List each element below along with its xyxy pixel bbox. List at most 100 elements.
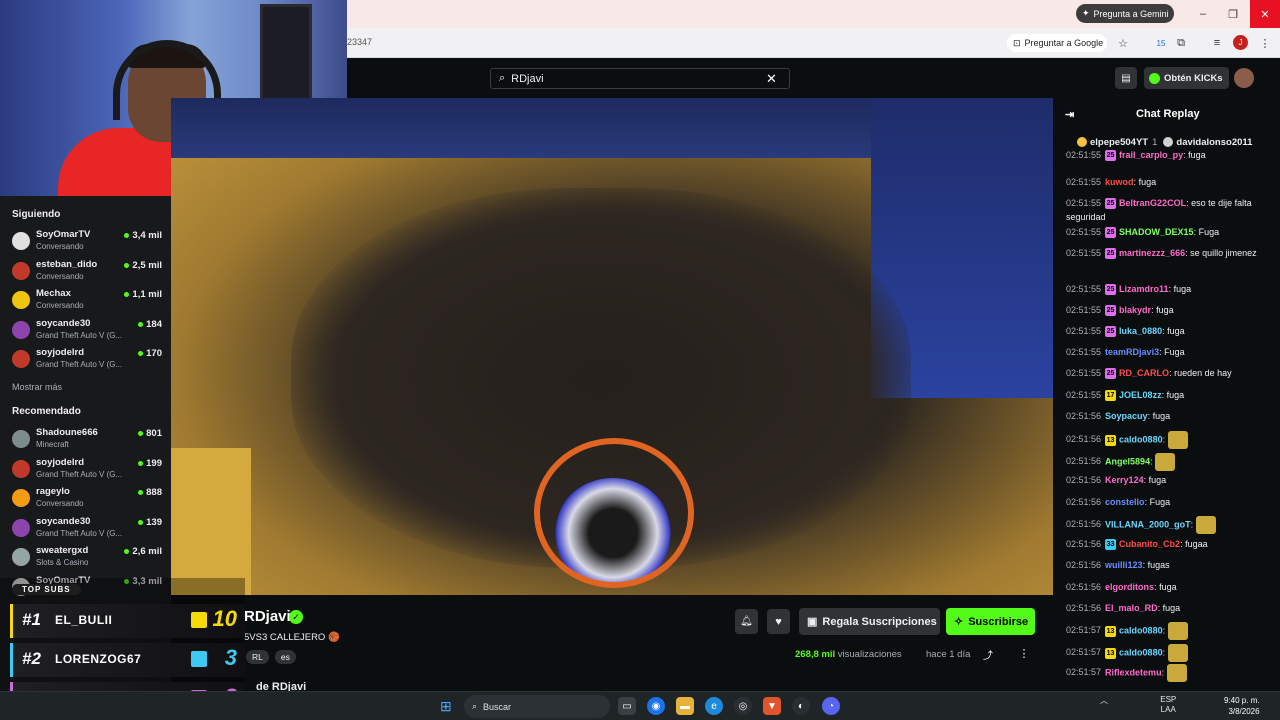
message-time: 02:51:56 [1066,539,1102,549]
message-username[interactable]: constello [1105,497,1145,507]
subscriber-badge-icon: 25 [1105,284,1117,296]
more-options-icon[interactable]: ⋮ [1017,647,1031,661]
share-icon[interactable]: ⤴ [983,647,997,662]
top-gifter[interactable]: davidalonso2011 [1163,137,1256,148]
channel-name[interactable]: RDjavi [244,608,291,625]
sidebar-channel[interactable]: Mechax Conversando 1,1 mil [12,288,162,317]
message-time: 02:51:55 [1066,284,1102,294]
clock[interactable]: 9:40 p. m. 3/8/2026 [1224,695,1260,717]
app-icon[interactable]: ◐ [792,697,810,715]
extensions-badge-icon[interactable]: 15 [1153,35,1169,51]
channel-category: Grand Theft Auto V (G... [36,469,123,479]
ask-google-button[interactable]: ⊡ Preguntar a Google [1007,34,1107,52]
message-time: 02:51:56 [1066,411,1102,421]
viewer-count-text: 888 [146,487,162,498]
channel-category: Grand Theft Auto V (G... [36,528,123,538]
sidebar-channel[interactable]: soyjodelrd Grand Theft Auto V (G... 199 [12,457,162,486]
lens-icon: ⊡ [1013,37,1021,48]
viewer-count: 2,6 mil [124,546,162,557]
bell-icon[interactable]: 🔔︎ [735,609,758,634]
sidebar-channel[interactable]: SoyOmarTV Conversando 3,4 mil [12,229,162,258]
discord-icon[interactable]: ◔ [822,697,840,715]
close-window-button[interactable]: ✕ [1250,0,1280,28]
viewer-count: 1,1 mil [124,289,162,300]
heart-icon[interactable]: ♥ [767,609,790,634]
message-username[interactable]: SHADOW_DEX15 [1119,227,1194,237]
message-username[interactable]: JOEL08zz [1119,390,1162,400]
subscriber-badge-icon: 25 [1105,198,1117,210]
edge-icon[interactable]: e [705,697,723,715]
chevron-up-icon[interactable]: ︿ [1100,696,1108,705]
system-tray[interactable]: ︿ ESP LAA [1100,695,1176,715]
message-username[interactable]: caldo0880 [1119,434,1163,444]
message-username[interactable]: teamRDjavi3 [1105,347,1159,357]
task-view-icon[interactable]: ▭ [618,697,636,715]
message-username[interactable]: Lizamdro11 [1119,284,1169,294]
taskbar-search[interactable]: ⌕ Buscar [464,695,610,718]
bookmark-star-icon[interactable]: ☆ [1115,35,1131,51]
message-username[interactable]: luka_0880 [1119,326,1162,336]
message-username[interactable]: BeltranG22COL [1119,198,1186,208]
court-floor-left [171,448,251,595]
clear-search-icon[interactable]: ✕ [766,71,777,87]
restore-button[interactable]: ❐ [1220,4,1246,24]
channel-category: Grand Theft Auto V (G... [36,330,123,340]
keyboard-lang[interactable]: ESP [1160,695,1176,704]
subscribe-button[interactable]: ✧ Suscribirse [946,608,1035,635]
message-username[interactable]: wuilli123 [1105,560,1143,570]
file-explorer-icon[interactable]: ▬ [676,697,694,715]
message-username[interactable]: Cubanito_Cb2 [1119,539,1180,549]
ask-gemini-button[interactable]: ✦ Pregunta a Gemini [1076,4,1174,23]
minimize-button[interactable]: – [1190,4,1216,24]
message-username[interactable]: VILLANA_2000_goT [1105,519,1191,529]
message-time: 02:51:56 [1066,582,1102,592]
taskbar: ⊞ ⌕ Buscar ▭ ◉ ▬ e ◎ ▼ ◐ ◔ ︿ ESP LAA 9:40 … [0,691,1280,720]
message-username[interactable]: caldo0880 [1119,625,1163,635]
language-tag[interactable]: es [274,650,296,664]
top-gifter[interactable]: elpepe504YT 1 [1077,137,1157,148]
message-username[interactable]: kuwod [1105,177,1134,187]
brave-icon[interactable]: ▼ [763,697,781,715]
browser-menu-icon[interactable]: ⋮ [1257,35,1273,51]
search-input[interactable]: ⌕ RDjavi ✕ [490,68,790,89]
message-username[interactable]: elgorditons [1105,582,1154,592]
sidebar-channel[interactable]: soycande30 Grand Theft Auto V (G... 139 [12,516,162,545]
live-dot-icon [124,233,130,238]
message-text: rueden de hay [1174,368,1232,378]
message-username[interactable]: Angel5894 [1105,456,1150,466]
message-username[interactable]: martinezzz_666 [1119,248,1185,258]
message-username[interactable]: blakydr [1119,305,1151,315]
sidebar-channel[interactable]: Shadoune666 Minecraft 801 [12,427,162,456]
get-kicks-button[interactable]: Obtén KICKs [1144,67,1229,89]
message-username[interactable]: Riflexdetemu [1105,667,1162,677]
puzzle-extensions-icon[interactable]: ⧉ [1173,35,1189,51]
channel-category: Conversando [36,242,84,251]
obs-icon[interactable]: ◎ [734,697,752,715]
message-username[interactable]: caldo0880 [1119,647,1163,657]
chrome-icon[interactable]: ◉ [647,697,665,715]
message-username[interactable]: RD_CARLO [1119,368,1169,378]
show-more-link[interactable]: Mostrar más [12,382,62,392]
message-username[interactable]: El_malo_RD [1105,603,1158,613]
sidebar-channel[interactable]: soycande30 Grand Theft Auto V (G... 184 [12,318,162,347]
sidebar-channel[interactable]: rageylo Conversando 888 [12,486,162,515]
collapse-chat-icon[interactable]: ⇥ [1065,108,1074,121]
url-text[interactable]: 23347 [347,37,372,47]
message-username[interactable]: frail_carplo_py [1119,150,1183,160]
category-tag[interactable]: RL [246,650,269,664]
profile-avatar[interactable]: J [1233,35,1248,50]
gift-subs-button[interactable]: ▣ Regala Suscripciones [799,608,940,635]
layout-toggle-icon[interactable]: ▤ [1115,67,1137,89]
live-dot-icon [138,351,144,356]
video-player[interactable] [171,98,1053,595]
message-text: fugas [1147,560,1170,570]
sidebar-channel[interactable]: soyjodelrd Grand Theft Auto V (G... 170 [12,347,162,376]
message-time: 02:51:56 [1066,560,1102,570]
message-username[interactable]: Kerry124 [1105,475,1144,485]
message-username[interactable]: Soypacuy [1105,411,1148,421]
sidebar-channel[interactable]: sweatergxd Slots & Casino 2,6 mil [12,545,162,574]
user-avatar[interactable] [1234,68,1254,88]
media-icon[interactable]: ≡ [1209,35,1225,51]
sidebar-channel[interactable]: esteban_dido Conversando 2,5 mil [12,259,162,288]
windows-start-icon[interactable]: ⊞ [440,698,456,714]
